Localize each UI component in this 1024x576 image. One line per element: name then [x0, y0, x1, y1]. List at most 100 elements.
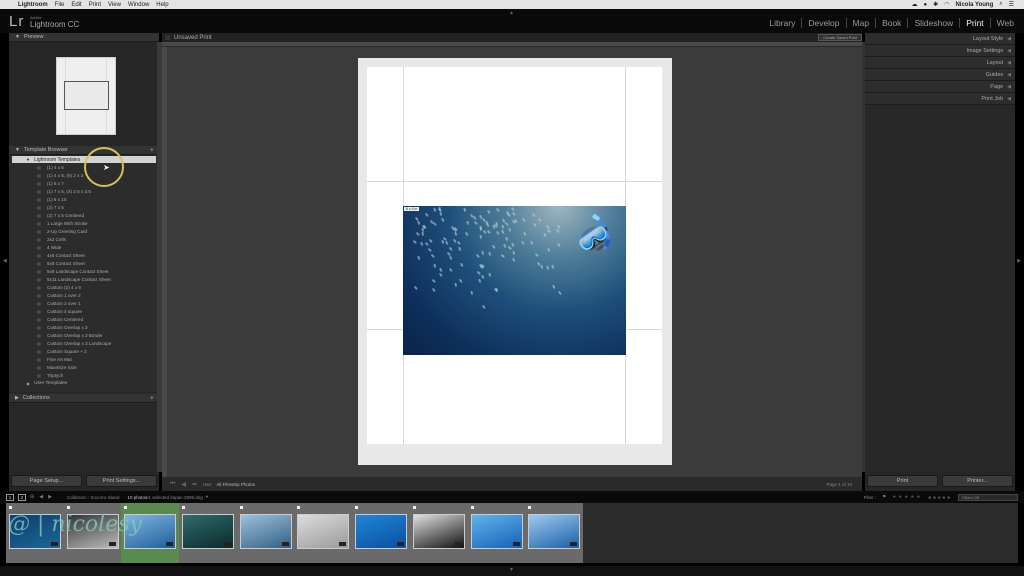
menu-app[interactable]: Lightroom	[18, 2, 48, 8]
menu-print[interactable]: Print	[89, 2, 101, 8]
module-print[interactable]: Print	[960, 18, 991, 28]
cloud-icon[interactable]: ☁	[912, 1, 918, 8]
template-folder-user[interactable]: ▶ User Templates	[9, 379, 159, 387]
photo-cell[interactable]: 🤿 6 x 4 in	[403, 206, 626, 355]
page-setup-button[interactable]: Page Setup...	[11, 475, 82, 487]
flag-icon[interactable]	[355, 506, 359, 509]
secondary-window-button[interactable]: 2	[18, 493, 26, 501]
user-name[interactable]: Nicola Young	[955, 2, 993, 8]
use-dropdown[interactable]: All Filmstrip Photos	[216, 482, 255, 487]
bottom-panel-toggle-icon[interactable]: ▼	[509, 567, 514, 573]
filmstrip-cell[interactable]	[468, 503, 526, 563]
flag-icon[interactable]	[182, 506, 186, 509]
menu-help[interactable]: Help	[156, 2, 168, 8]
forward-arrow-icon[interactable]: ▶	[48, 494, 52, 500]
menu-file[interactable]: File	[55, 2, 65, 8]
thumbnail-image[interactable]	[412, 514, 465, 549]
bluetooth-icon[interactable]: ✱	[933, 1, 938, 8]
flag-icon[interactable]	[470, 506, 474, 509]
section-guides[interactable]: Guides ◀	[865, 69, 1015, 81]
print-settings-button[interactable]: Print Settings...	[86, 475, 157, 487]
template-item[interactable]: ▤ Custom 2 over 1	[9, 299, 159, 307]
menu-window[interactable]: Window	[128, 2, 149, 8]
flag-filter-icon[interactable]: ⚑	[882, 494, 886, 500]
filmstrip-cell[interactable]	[179, 503, 237, 563]
section-page[interactable]: Page ◀	[865, 81, 1015, 93]
template-item[interactable]: ▤ (1) 7 x 5, (4) 2.5 x 3.5	[9, 187, 159, 195]
filmstrip-cell[interactable]	[525, 503, 583, 563]
print-button[interactable]: Print	[867, 475, 938, 487]
wifi-icon[interactable]: ◠	[944, 1, 949, 8]
template-item[interactable]: ▤ 5x8 Contact Sheet	[9, 259, 159, 267]
next-page-icon[interactable]: ➡	[192, 481, 197, 488]
rating-filter[interactable]: ★★★★★	[892, 494, 922, 500]
thumbnail-image[interactable]	[124, 514, 177, 549]
spotlight-icon[interactable]: ⌕	[999, 1, 1002, 8]
filmstrip-cell[interactable]	[410, 503, 468, 563]
template-item[interactable]: ▤ 5x11 Landscape Contact Sheet	[9, 275, 159, 283]
thumbnail-image[interactable]	[355, 514, 408, 549]
filmstrip-cell[interactable]	[294, 503, 352, 563]
template-item[interactable]: ▤ Maximize Size	[9, 363, 159, 371]
template-item[interactable]: ▤ Custom Overlap x 3 Border	[9, 331, 159, 339]
flag-icon[interactable]	[528, 506, 532, 509]
filmstrip-cell[interactable]	[352, 503, 410, 563]
filmstrip-cell[interactable]	[64, 503, 122, 563]
template-item[interactable]: ▤ 1 Large With Stroke	[9, 219, 159, 227]
flag-icon[interactable]	[9, 506, 12, 509]
template-item[interactable]: ▤ Custom (2) 4 x 6	[9, 283, 159, 291]
selected-file[interactable]: /1 selected /tupan 2595.dng	[147, 495, 203, 500]
thumbnail-image[interactable]	[66, 514, 119, 549]
color-label-filter[interactable]: ■■■■■	[928, 495, 952, 500]
filmstrip-cell[interactable]	[6, 503, 64, 563]
add-collection-icon[interactable]: +	[150, 395, 154, 402]
evernote-icon[interactable]: ●	[924, 2, 928, 8]
menu-edit[interactable]: Edit	[71, 2, 81, 8]
grid-view-icon[interactable]: ⊞	[30, 494, 34, 500]
thumbnail-image[interactable]	[528, 514, 581, 549]
template-item[interactable]: ▤ 2-Up Greeting Card	[9, 227, 159, 235]
template-item[interactable]: ▤ Custom Centered	[9, 315, 159, 323]
flag-icon[interactable]	[66, 506, 70, 509]
template-item[interactable]: ▤ Custom Overlap x 3	[9, 323, 159, 331]
printer-button[interactable]: Printer...	[942, 475, 1013, 487]
module-web[interactable]: Web	[991, 18, 1020, 28]
template-browser-header[interactable]: ▼ Template Browser +	[9, 146, 159, 155]
preview-header[interactable]: ▼ Preview	[9, 33, 159, 42]
flag-icon[interactable]	[412, 506, 416, 509]
template-item[interactable]: ▤ (1) 8 x 10	[9, 195, 159, 203]
module-library[interactable]: Library	[763, 18, 803, 28]
right-panel-toggle-icon[interactable]: ▶	[1017, 258, 1021, 264]
thumbnail-image[interactable]	[182, 514, 235, 549]
create-saved-print-button[interactable]: Create Saved Print	[818, 34, 862, 41]
module-develop[interactable]: Develop	[802, 18, 847, 28]
filter-preset-select[interactable]: Filters Off	[958, 493, 1018, 501]
left-panel-toggle-icon[interactable]: ◀	[3, 258, 7, 264]
filmstrip-cell[interactable]	[121, 503, 180, 563]
template-item[interactable]: ▤ 5x9 Landscape Contact Sheet	[9, 267, 159, 275]
template-item[interactable]: ▤ (2) 7 x 5	[9, 203, 159, 211]
back-arrow-icon[interactable]: ◀	[39, 494, 43, 500]
template-item[interactable]: ▤ Custom 4 square	[9, 307, 159, 315]
filmstrip-cell[interactable]	[237, 503, 295, 563]
template-item[interactable]: ▤ 2x2 Cells	[9, 235, 159, 243]
source-dropdown-icon[interactable]: ▾	[206, 494, 208, 500]
thumbnail-image[interactable]	[297, 514, 350, 549]
primary-window-button[interactable]: 1	[6, 493, 14, 501]
template-item[interactable]: ▤ Custom 1 over 2	[9, 291, 159, 299]
add-template-icon[interactable]: +	[150, 147, 154, 154]
template-item[interactable]: ▤ 4 Wide	[9, 243, 159, 251]
section-image-settings[interactable]: Image Settings ◀	[865, 45, 1015, 57]
template-item[interactable]: ▤ (2) 7 x 5 Centered	[9, 211, 159, 219]
collections-header[interactable]: ▶ Collections +	[9, 394, 159, 403]
first-page-icon[interactable]: ⏮	[170, 481, 175, 488]
template-item[interactable]: ▤ 4x5 Contact Sheet	[9, 251, 159, 259]
template-item[interactable]: ▤ Custom Square + 2	[9, 347, 159, 355]
filmstrip-source[interactable]: Collection : Socorro Island	[67, 495, 120, 500]
previous-page-icon[interactable]: ◀	[181, 481, 186, 488]
template-item[interactable]: ▤ (1) 5 x 7	[9, 179, 159, 187]
module-slideshow[interactable]: Slideshow	[908, 18, 961, 28]
notification-icon[interactable]: ☰	[1009, 1, 1014, 8]
thumbnail-image[interactable]	[239, 514, 292, 549]
module-book[interactable]: Book	[876, 18, 909, 28]
